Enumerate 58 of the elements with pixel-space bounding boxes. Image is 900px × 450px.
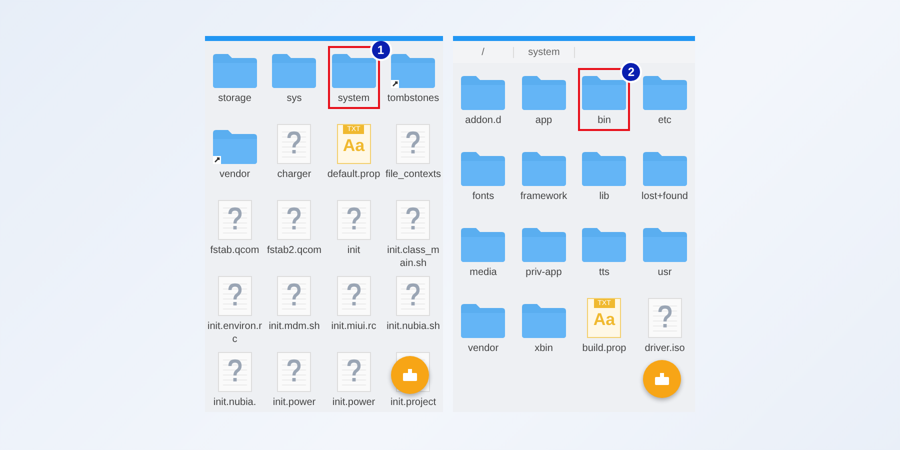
file-name: init.environ.rc bbox=[206, 320, 263, 346]
unknown-file-icon bbox=[277, 200, 312, 240]
file-name: init.project bbox=[390, 396, 436, 409]
file-name: init.class_main.sh bbox=[386, 244, 440, 270]
unknown-file-icon bbox=[277, 276, 312, 316]
file-name: framework bbox=[520, 190, 568, 203]
file-name: fonts bbox=[472, 190, 494, 203]
unknown-file-icon bbox=[218, 200, 252, 240]
file-name: lib bbox=[599, 190, 610, 203]
step-number: 1 bbox=[370, 41, 392, 61]
file-name: tombstones bbox=[387, 92, 440, 105]
file-name: init bbox=[347, 244, 360, 257]
file-name: app bbox=[535, 114, 552, 127]
file-name: charger bbox=[277, 168, 312, 181]
unknown-file-icon bbox=[277, 124, 312, 164]
file-name: xbin bbox=[534, 342, 553, 355]
brush-icon bbox=[655, 373, 669, 385]
breadcrumb-item[interactable]: system bbox=[514, 46, 575, 58]
file-name: build.prop bbox=[582, 342, 626, 355]
file-name: init.nubia.sh bbox=[386, 320, 440, 333]
unknown-file-icon bbox=[336, 200, 371, 240]
step-number: 2 bbox=[620, 61, 642, 83]
file-name: init.nubia. bbox=[213, 396, 256, 409]
file-name: file_contexts bbox=[385, 168, 442, 181]
unknown-file-icon bbox=[396, 276, 430, 316]
unknown-file-icon bbox=[396, 124, 430, 164]
unknown-file-icon bbox=[648, 298, 682, 338]
unknown-file-icon bbox=[336, 276, 371, 316]
file-name: bin bbox=[598, 114, 611, 127]
file-name: vendor bbox=[219, 168, 250, 181]
file-name: vendor bbox=[468, 342, 499, 355]
file-name: system bbox=[338, 92, 370, 105]
clean-button[interactable] bbox=[643, 360, 681, 398]
unknown-file-icon bbox=[218, 276, 252, 316]
file-name: init.power bbox=[272, 396, 316, 409]
file-name: lost+found bbox=[642, 190, 688, 203]
file-name: fstab.qcom bbox=[210, 244, 260, 257]
file-name: init.power bbox=[332, 396, 376, 409]
unknown-file-icon bbox=[277, 352, 312, 392]
unknown-file-icon bbox=[336, 352, 371, 392]
file-name: init.mdm.sh bbox=[268, 320, 320, 333]
breadcrumb-item[interactable]: / bbox=[453, 46, 514, 58]
file-name: etc bbox=[658, 114, 672, 127]
clean-button[interactable] bbox=[391, 356, 429, 394]
unknown-file-icon bbox=[396, 200, 430, 240]
file-name: sys bbox=[286, 92, 302, 105]
file-name: priv-app bbox=[526, 266, 562, 279]
brush-icon bbox=[403, 369, 417, 381]
file-name: storage bbox=[218, 92, 252, 105]
file-name: init.miui.rc bbox=[331, 320, 376, 333]
unknown-file-icon bbox=[218, 352, 252, 392]
file-name: driver.iso bbox=[644, 342, 685, 355]
file-name: media bbox=[470, 266, 497, 279]
file-name: default.prop bbox=[327, 168, 380, 181]
file-name: addon.d bbox=[465, 114, 502, 127]
file-name: tts bbox=[598, 266, 610, 279]
file-name: fstab2.qcom bbox=[267, 244, 322, 257]
file-name: usr bbox=[658, 266, 672, 279]
